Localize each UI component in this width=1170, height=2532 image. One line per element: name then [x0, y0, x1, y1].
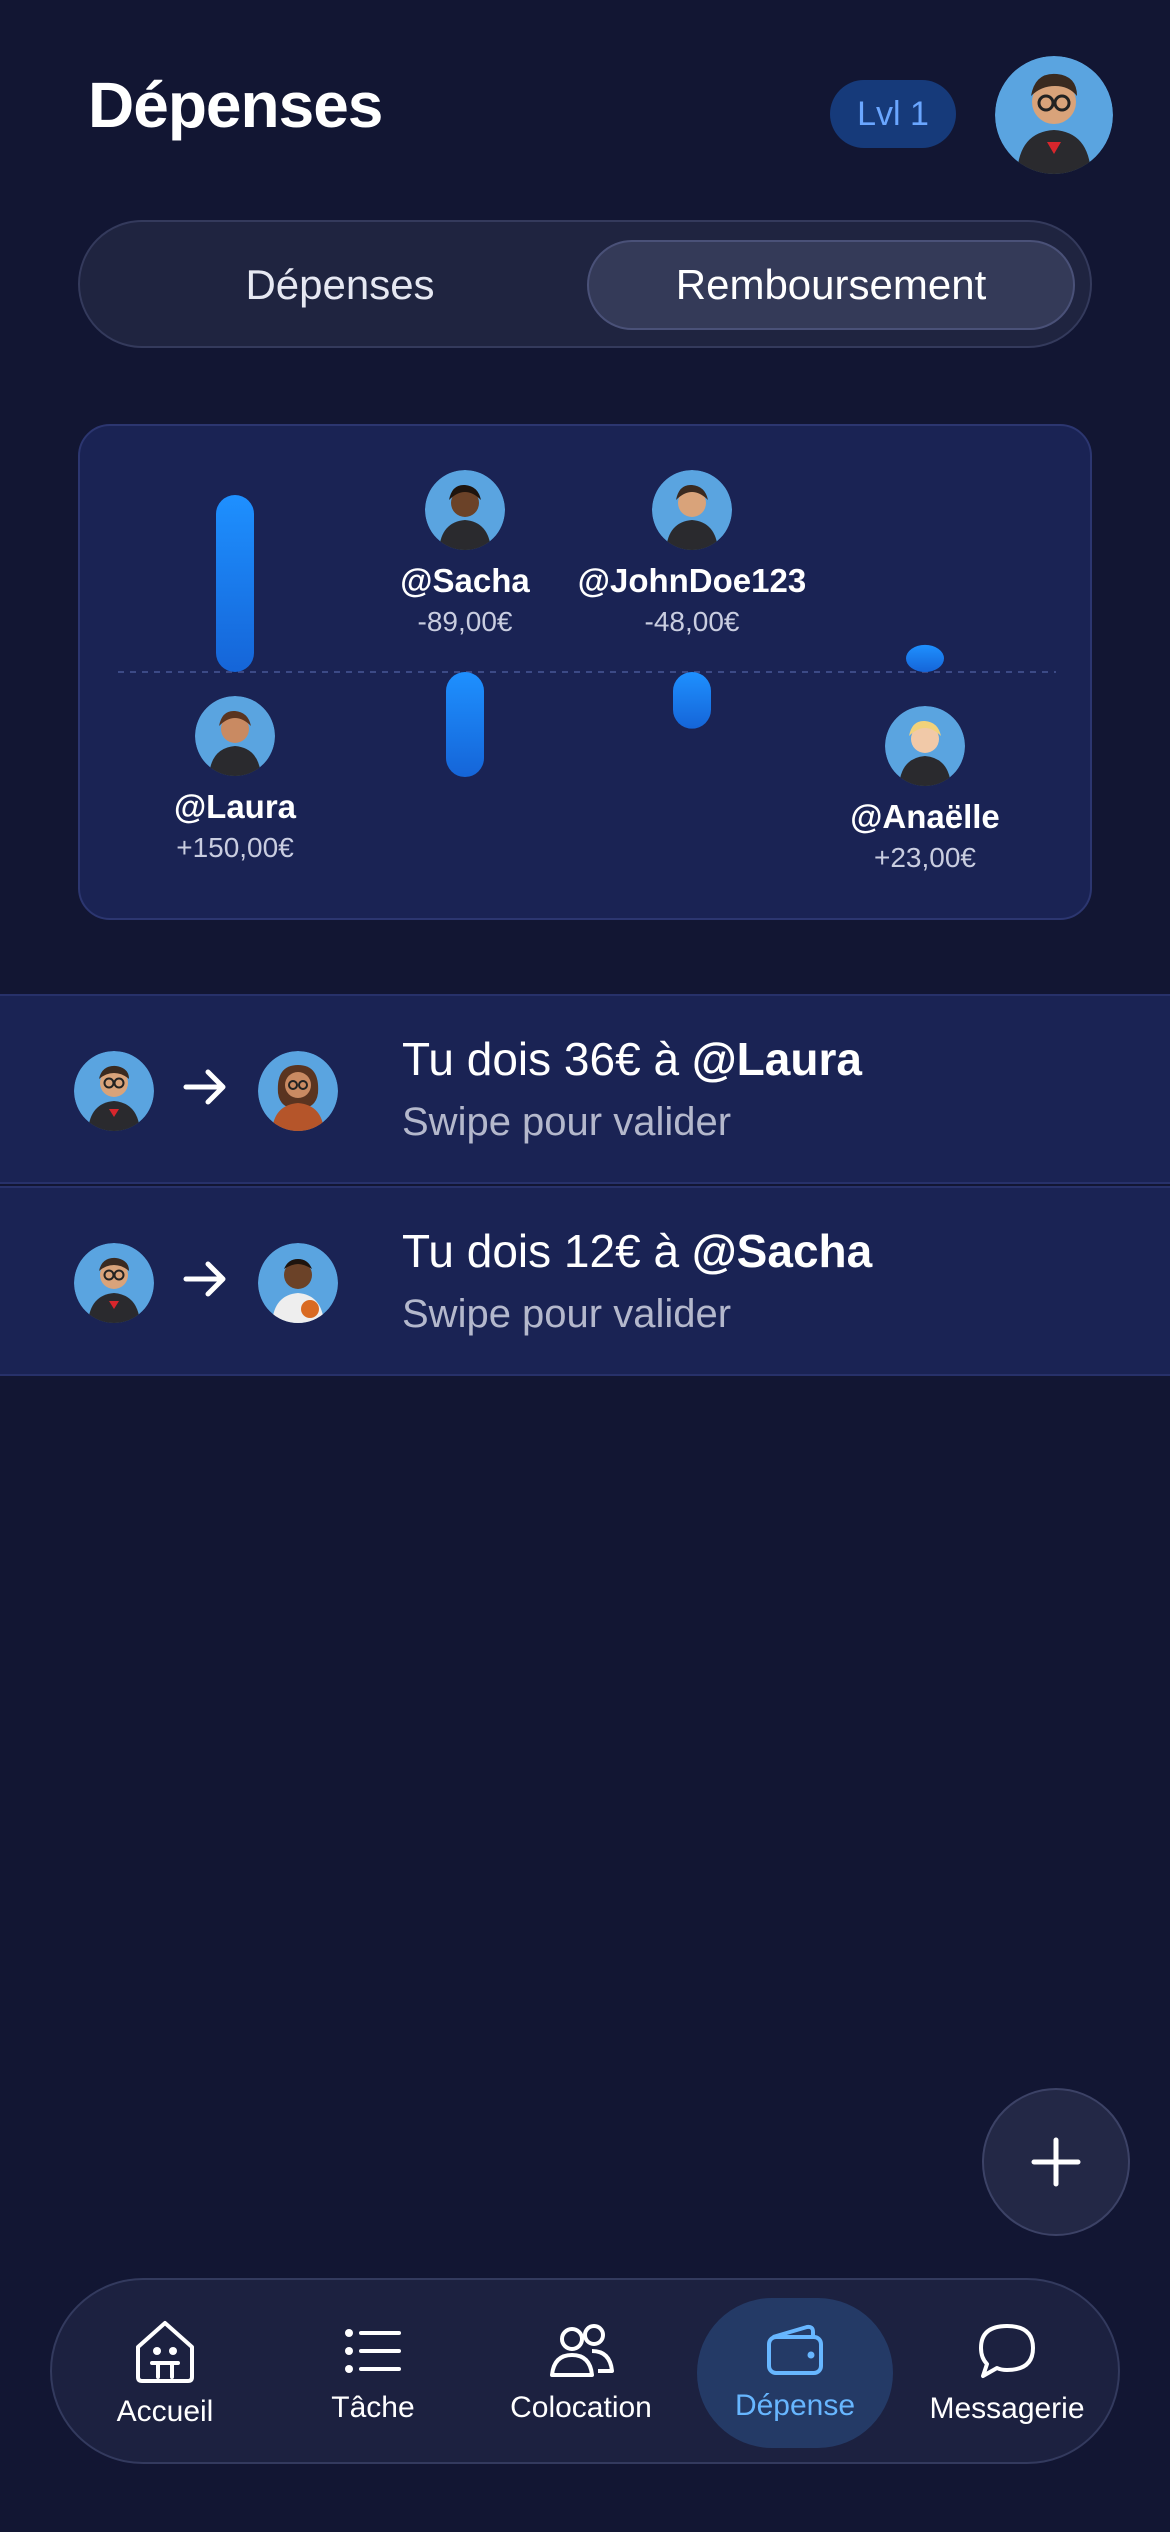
avatar-sacha-icon — [425, 470, 505, 550]
nav-item-depense[interactable]: Dépense — [697, 2298, 893, 2448]
page-title: Dépenses — [88, 69, 383, 141]
debt-text: Tu dois 36€ à @Laura — [402, 1033, 862, 1085]
debt-row[interactable]: Tu dois 12€ à @Sacha Swipe pour valider — [0, 1186, 1170, 1376]
avatar-johndoe-icon — [74, 1051, 154, 1131]
member-amount: -89,00€ — [417, 606, 513, 637]
balance-bar — [216, 495, 254, 672]
arrow-right-icon — [183, 1261, 226, 1297]
swipe-hint: Swipe pour valider — [402, 1292, 732, 1336]
avatar-sacha-icon — [258, 1243, 338, 1323]
member-amount: +23,00€ — [873, 842, 976, 873]
people-icon — [550, 2324, 614, 2377]
nav-label: Colocation — [510, 2391, 652, 2424]
nav-label: Messagerie — [929, 2392, 1085, 2425]
balance-bar — [446, 672, 484, 778]
swipe-hint: Swipe pour valider — [402, 1100, 732, 1144]
member-label: @JohnDoe123 -48,00€ — [578, 562, 806, 638]
member-label: @Laura +150,00€ — [174, 788, 296, 864]
avatar-laura-icon — [195, 696, 275, 776]
debt-text: Tu dois 12€ à @Sacha — [402, 1225, 873, 1277]
balance-bar — [673, 672, 711, 729]
member-label: @Sacha -89,00€ — [400, 562, 529, 638]
member-amount: -48,00€ — [644, 606, 740, 637]
user-avatar[interactable] — [995, 56, 1113, 174]
wallet-icon — [767, 2324, 823, 2375]
debt-target: @Sacha — [691, 1225, 873, 1277]
member-name: @Sacha — [400, 562, 530, 599]
member-name: @JohnDoe123 — [577, 562, 807, 599]
balance-bar — [906, 644, 944, 672]
arrow-right-icon — [183, 1069, 226, 1105]
debt-target: @Laura — [691, 1033, 862, 1085]
tab-remboursement[interactable]: Remboursement — [587, 240, 1075, 330]
nav-label: Dépense — [734, 2389, 856, 2422]
nav-item-accueil[interactable]: Accueil — [70, 2280, 260, 2466]
plus-icon — [1031, 2137, 1081, 2187]
member-label: @Anaëlle +23,00€ — [850, 798, 1000, 874]
avatar-johndoe-icon — [652, 470, 732, 550]
segmented-control: Dépenses Remboursement — [78, 220, 1092, 348]
balance-chart-card: @Laura +150,00€ @Sacha -89,00€ @JohnDoe123 -4… — [78, 424, 1092, 920]
chat-icon — [979, 2324, 1035, 2378]
nav-item-colocation[interactable]: Colocation — [486, 2280, 676, 2466]
level-badge[interactable]: Lvl 1 — [830, 80, 956, 148]
debt-row[interactable]: Tu dois 36€ à @Laura Swipe pour valider — [0, 994, 1170, 1184]
member-name: @Anaëlle — [850, 798, 1000, 835]
member-name: @Laura — [173, 788, 297, 825]
nav-item-messagerie[interactable]: Messagerie — [912, 2280, 1102, 2466]
nav-label: Tâche — [331, 2391, 415, 2424]
avatar-johndoe-icon — [74, 1243, 154, 1323]
home-icon — [136, 2321, 194, 2383]
member-amount: +150,00€ — [176, 832, 294, 863]
avatar-anaelle-icon — [885, 706, 965, 786]
avatar-laura-icon — [258, 1051, 338, 1131]
bottom-nav: Accueil Tâche Colocation Dépense Message… — [50, 2278, 1120, 2464]
nav-label: Accueil — [116, 2395, 214, 2428]
nav-item-tache[interactable]: Tâche — [278, 2280, 468, 2466]
tab-depenses[interactable]: Dépenses — [96, 240, 584, 330]
list-icon — [345, 2329, 401, 2373]
add-expense-button[interactable] — [982, 2088, 1130, 2236]
